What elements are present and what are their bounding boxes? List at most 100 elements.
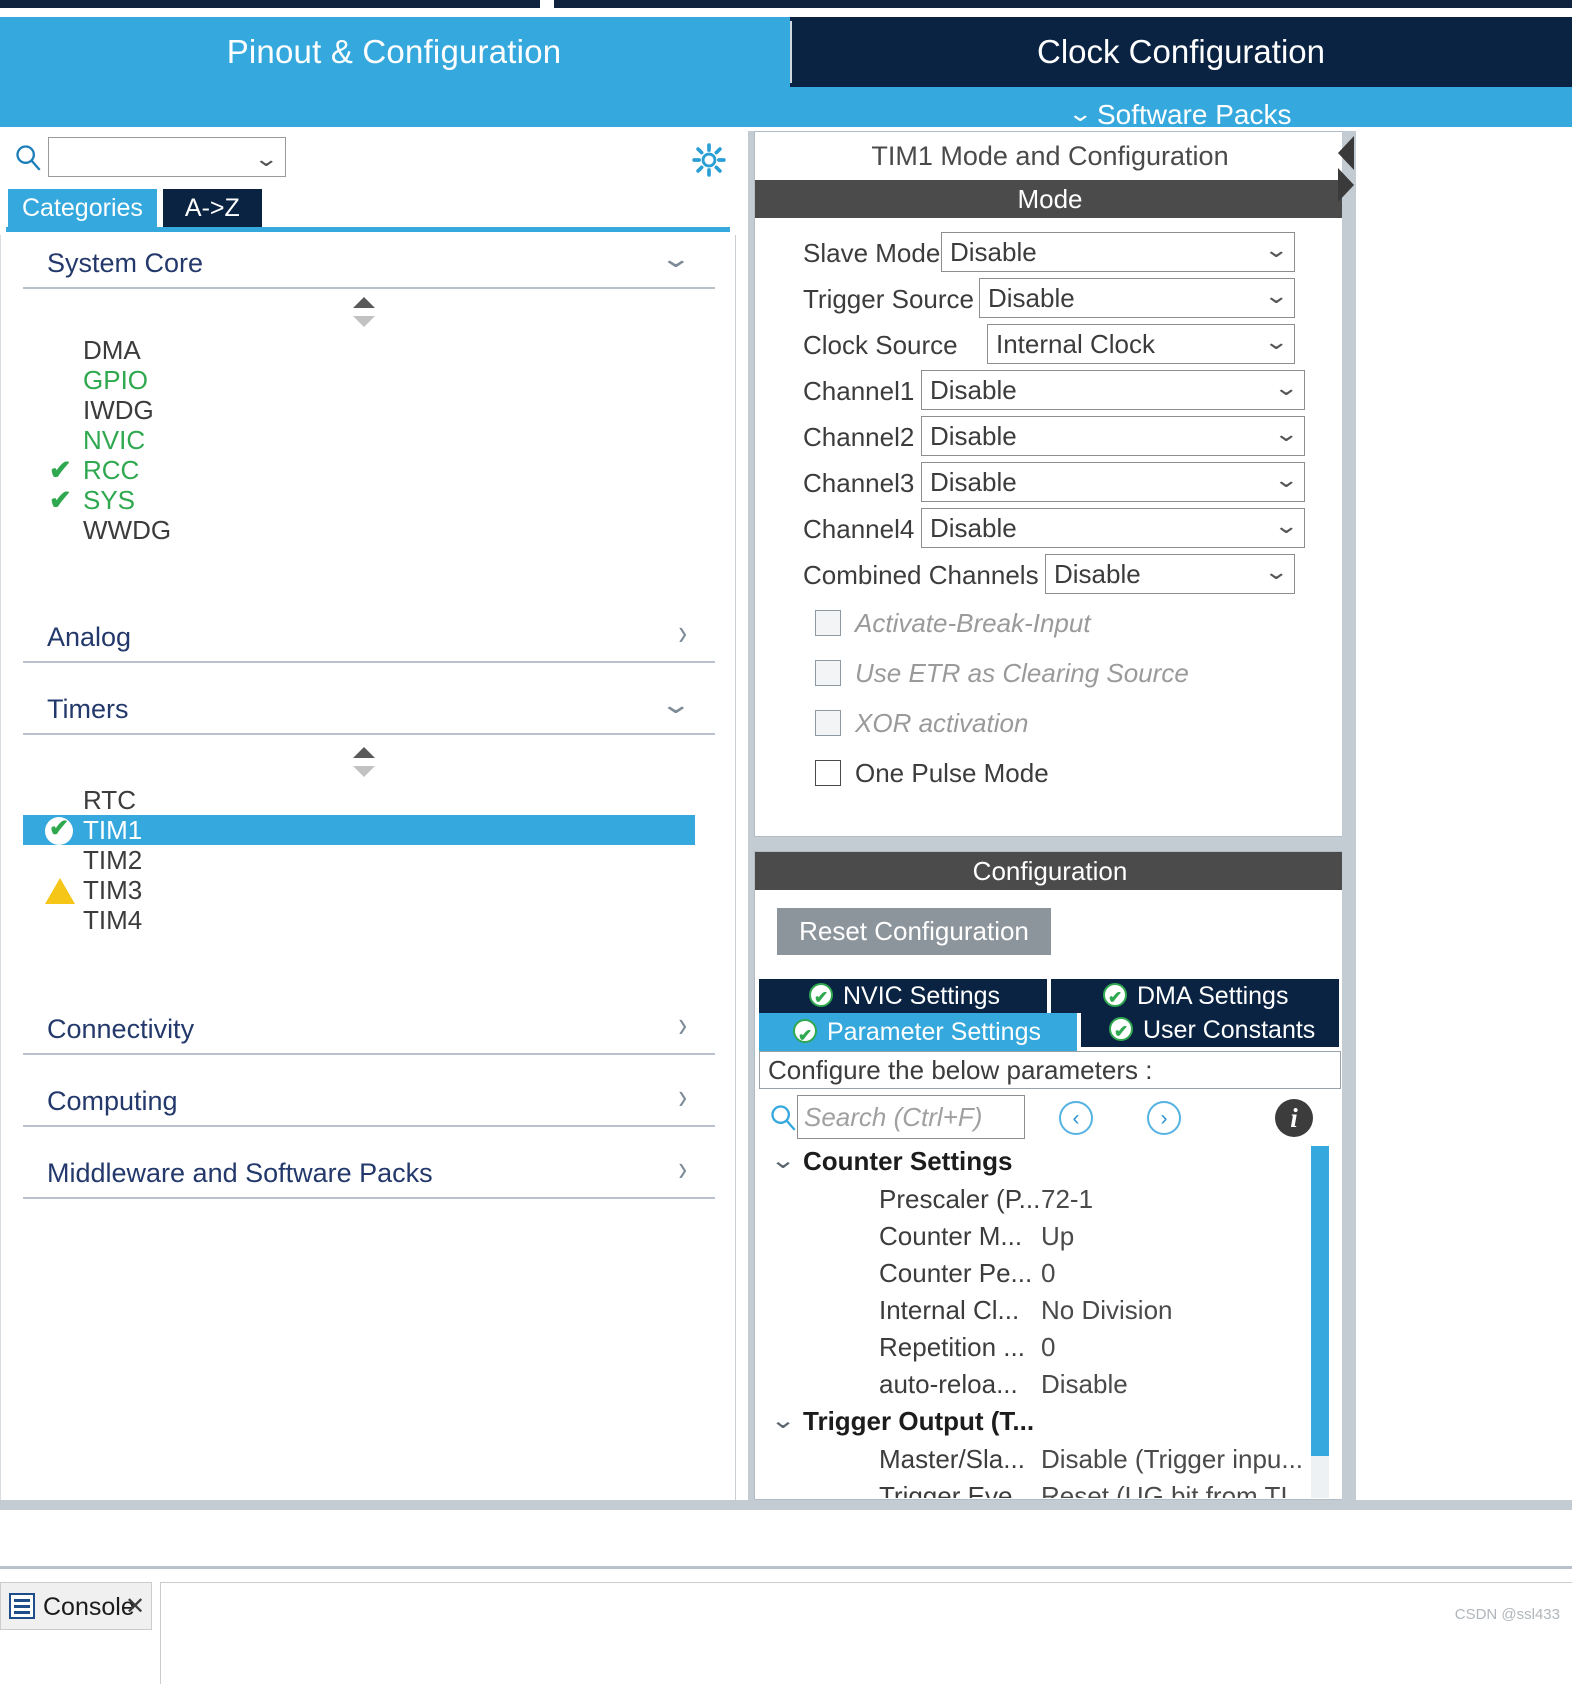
divider: [23, 661, 715, 663]
tree-item-label: WWDG: [83, 515, 172, 545]
check-circle-icon: [1103, 981, 1127, 1015]
param-value: Disable (Trigger inpu...: [1041, 1444, 1304, 1474]
system-core-scroll-spinner[interactable]: [353, 297, 379, 327]
segment-categories[interactable]: Categories: [8, 189, 157, 227]
tree-item-label: TIM3: [83, 875, 143, 905]
checkbox-icon[interactable]: [815, 760, 841, 786]
row-label: Channel4: [803, 514, 915, 544]
tree-item-wwdg[interactable]: WWDG: [23, 515, 695, 545]
param-value: 72-1: [1041, 1184, 1094, 1214]
trigger-source-select[interactable]: Disable ⌄: [979, 278, 1295, 318]
channel3-select[interactable]: Disable ⌄: [921, 462, 1305, 502]
category-header-system-core[interactable]: System Core ⌄: [23, 241, 715, 289]
search-combobox[interactable]: ⌄: [48, 137, 286, 177]
tree-item-tim4[interactable]: TIM4: [23, 905, 695, 935]
next-match-button[interactable]: ›: [1147, 1101, 1181, 1135]
tree-item-label: NVIC: [83, 425, 146, 455]
close-icon[interactable]: ✕: [125, 1591, 145, 1623]
tab-pinout-configuration[interactable]: Pinout & Configuration: [0, 17, 788, 87]
tree-item-dma[interactable]: DMA: [23, 335, 695, 365]
tab-nvic-settings[interactable]: NVIC Settings: [759, 979, 1047, 1015]
parameter-search-input[interactable]: Search (Ctrl+F): [797, 1095, 1025, 1139]
checkbox-icon[interactable]: [815, 660, 841, 686]
tree-item-gpio[interactable]: GPIO: [23, 365, 695, 395]
tab-dma-settings[interactable]: DMA Settings: [1051, 979, 1339, 1015]
category-header-connectivity[interactable]: Connectivity ›: [23, 1003, 715, 1055]
parameter-list-scrollbar-thumb[interactable]: [1311, 1146, 1329, 1456]
parameter-search-row: Search (Ctrl+F) ‹ › i: [759, 1095, 1341, 1143]
row-channel3: Channel3 Disable ⌄: [755, 462, 1345, 504]
chevron-down-icon: ⌄: [659, 689, 693, 719]
right-panel-edge: [1342, 131, 1356, 1500]
tree-item-tim1[interactable]: TIM1: [23, 814, 695, 845]
tree-item-nvic[interactable]: NVIC: [23, 425, 695, 455]
configuration-box: Configuration Reset Configuration NVIC S…: [754, 851, 1346, 1500]
mode-section-header: Mode: [755, 180, 1345, 218]
tab-clock-configuration[interactable]: Clock Configuration: [790, 17, 1572, 87]
category-header-timers[interactable]: Timers ⌄: [23, 687, 715, 735]
chevron-down-icon: ⌄: [1272, 375, 1299, 400]
select-value: Disable: [930, 421, 1017, 451]
tree-item-rtc[interactable]: RTC: [23, 785, 695, 815]
tab-label: Parameter Settings: [827, 1018, 1041, 1046]
checkbox-icon[interactable]: [815, 610, 841, 636]
param-value: No Division: [1041, 1295, 1173, 1325]
category-header-analog[interactable]: Analog ›: [23, 611, 715, 663]
segment-a-to-z[interactable]: A->Z: [162, 189, 262, 227]
software-packs-label: Software Packs: [1096, 99, 1292, 130]
category-label: Timers: [47, 694, 129, 724]
tab-label: User Constants: [1143, 1016, 1316, 1044]
slave-mode-select[interactable]: Disable ⌄: [941, 232, 1295, 272]
warning-icon: [45, 878, 75, 904]
console-tab[interactable]: Console ✕: [0, 1582, 152, 1630]
spinner-up-icon: [353, 297, 375, 308]
top-strip-gap: [540, 0, 554, 8]
divider: [23, 1197, 715, 1199]
collapse-right-arrow-icon[interactable]: [1338, 168, 1354, 202]
checkbox-label: Use ETR as Clearing Source: [855, 658, 1189, 688]
row-trigger-source: Trigger Source Disable ⌄: [755, 278, 1345, 320]
tab-user-constants[interactable]: User Constants: [1081, 1013, 1339, 1049]
select-value: Disable: [930, 513, 1017, 543]
chevron-right-icon: ›: [678, 1074, 687, 1117]
channel4-select[interactable]: Disable ⌄: [921, 508, 1305, 548]
tab-parameter-settings[interactable]: Parameter Settings: [759, 1013, 1077, 1055]
row-label: Combined Channels: [803, 560, 1039, 590]
select-value: Disable: [988, 283, 1075, 313]
row-channel4: Channel4 Disable ⌄: [755, 508, 1345, 550]
reset-configuration-button[interactable]: Reset Configuration: [777, 908, 1051, 955]
tree-item-label: RTC: [83, 785, 136, 815]
check-circle-icon: [809, 981, 833, 1015]
param-key: Master/Sla...: [879, 1444, 1025, 1474]
param-group-label: Trigger Output (T...: [803, 1406, 1035, 1436]
channel2-select[interactable]: Disable ⌄: [921, 416, 1305, 456]
tree-item-label: IWDG: [83, 395, 154, 425]
collapse-left-arrow-icon[interactable]: [1338, 136, 1354, 170]
main-tabbar: Pinout & Configuration Clock Configurati…: [0, 17, 1572, 130]
combined-channels-select[interactable]: Disable ⌄: [1045, 554, 1295, 594]
gear-icon[interactable]: [692, 143, 726, 177]
console-icon: [9, 1593, 35, 1619]
checkbox-icon[interactable]: [815, 710, 841, 736]
peripheral-config-panel: TIM1 Mode and Configuration Mode Slave M…: [748, 131, 1356, 1500]
select-value: Disable: [930, 375, 1017, 405]
divider: [23, 1125, 715, 1127]
tree-item-rcc[interactable]: ✔ RCC: [23, 455, 695, 485]
tree-item-tim2[interactable]: TIM2: [23, 845, 695, 875]
configuration-header: Configuration: [755, 852, 1345, 890]
row-slave-mode: Slave Mode Disable ⌄: [755, 232, 1345, 274]
info-icon[interactable]: i: [1275, 1099, 1313, 1137]
chevron-down-icon: ⌄: [659, 243, 693, 273]
chevron-down-icon: ⌄: [1262, 283, 1289, 308]
tree-item-tim3[interactable]: TIM3: [23, 875, 695, 905]
previous-match-button[interactable]: ‹: [1059, 1101, 1093, 1135]
category-header-middleware-and-software-packs[interactable]: Middleware and Software Packs ›: [23, 1147, 715, 1199]
category-header-computing[interactable]: Computing ›: [23, 1075, 715, 1127]
console-label: Console: [43, 1593, 135, 1621]
param-value: Up: [1041, 1221, 1075, 1251]
channel1-select[interactable]: Disable ⌄: [921, 370, 1305, 410]
clock-source-select[interactable]: Internal Clock ⌄: [987, 324, 1295, 364]
tree-item-sys[interactable]: ✔ SYS: [23, 485, 695, 515]
timers-scroll-spinner[interactable]: [353, 747, 379, 777]
tree-item-iwdg[interactable]: IWDG: [23, 395, 695, 425]
